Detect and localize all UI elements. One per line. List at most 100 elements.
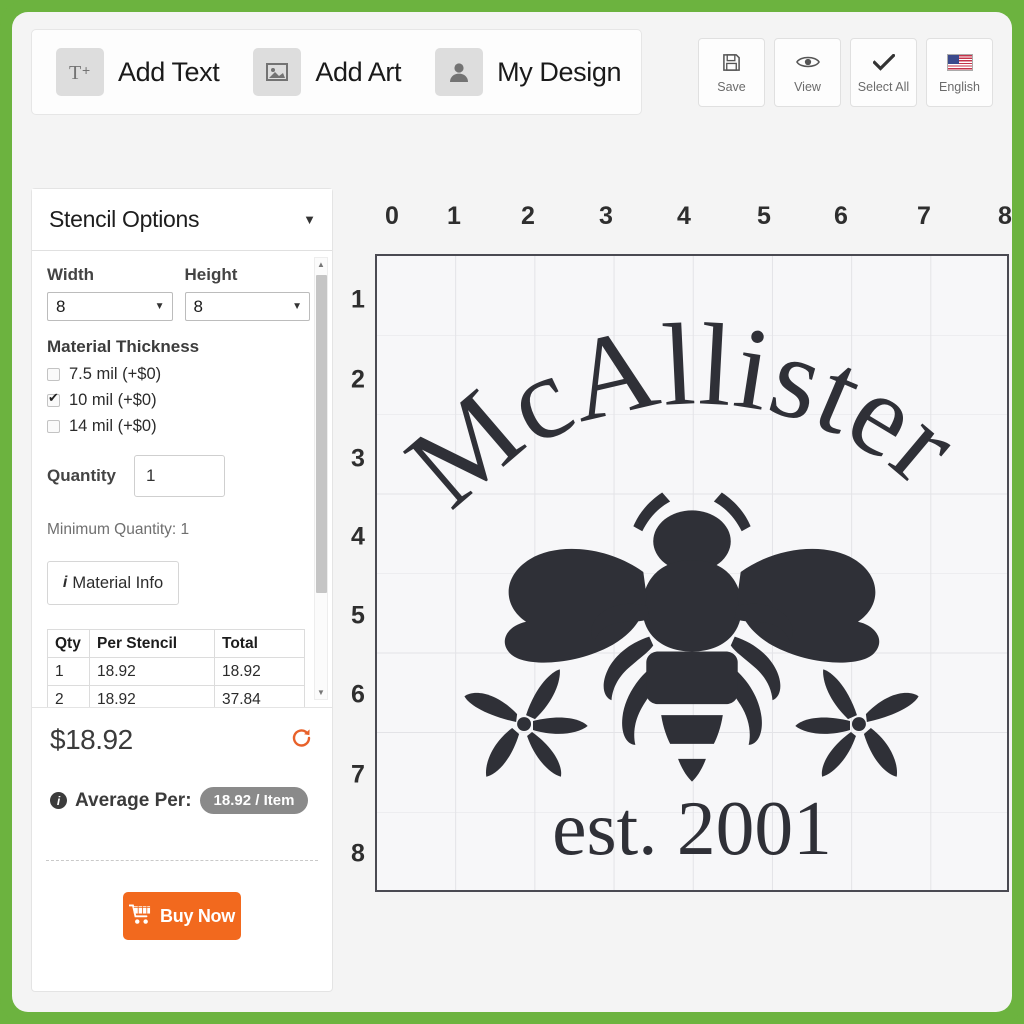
col-total: Total [214, 629, 305, 658]
language-label: English [939, 80, 980, 94]
buy-now-button[interactable]: Buy Now [123, 892, 241, 940]
app-surface: T + Add Text Add Art My Design Save View… [12, 12, 1012, 1012]
ruler-tick: 1 [447, 202, 461, 230]
thickness-label: 7.5 mil (+$0) [69, 365, 162, 383]
ruler-tick: 5 [351, 601, 365, 630]
app-frame: T + Add Text Add Art My Design Save View… [0, 0, 1024, 1024]
ruler-tick: 7 [351, 760, 365, 789]
height-select[interactable]: 8 ▼ [184, 292, 310, 321]
panel-scrollbar[interactable]: ▲ ▼ [314, 257, 328, 700]
my-design-icon [435, 48, 484, 96]
quantity-row: Quantity [47, 455, 310, 497]
cell-per-stencil: 18.92 [89, 657, 215, 686]
add-text-label: Add Text [118, 56, 220, 87]
average-per-row: i Average Per: 18.92 / Item [50, 787, 314, 814]
ruler-tick: 7 [917, 202, 931, 230]
ruler-tick: 6 [834, 202, 848, 230]
refresh-icon[interactable] [290, 726, 314, 750]
table-header-row: Qty Per Stencil Total [47, 629, 305, 658]
width-select[interactable]: 8 ▼ [47, 292, 173, 321]
shopping-cart-icon [128, 904, 152, 928]
add-art-label: Add Art [315, 56, 402, 87]
info-icon[interactable]: i [50, 792, 67, 809]
us-flag-icon [946, 51, 973, 73]
save-label: Save [717, 80, 746, 94]
thickness-option-7-5mil[interactable]: 7.5 mil (+$0) [47, 365, 310, 384]
thickness-label: 10 mil (+$0) [69, 391, 157, 409]
quantity-label: Quantity [47, 466, 116, 485]
ruler-tick: 8 [998, 202, 1012, 230]
cell-total: 18.92 [214, 657, 305, 686]
save-button[interactable]: Save [698, 38, 765, 107]
width-field: Width 8 ▼ [47, 265, 173, 321]
col-qty: Qty [47, 629, 90, 658]
height-value: 8 [193, 296, 203, 316]
ruler-tick: 3 [351, 444, 365, 473]
checkbox-unchecked-icon[interactable] [47, 368, 60, 381]
add-text-button[interactable]: T + Add Text [56, 48, 220, 96]
quantity-input[interactable] [133, 455, 225, 497]
width-label: Width [47, 265, 95, 284]
price-tier-table: Qty Per Stencil Total 1 18.92 18.92 2 18… [47, 629, 305, 707]
width-value: 8 [56, 296, 66, 316]
total-price: $18.92 [50, 724, 133, 755]
add-art-icon [253, 48, 302, 96]
scroll-down-icon[interactable]: ▼ [315, 686, 327, 699]
cell-per-stencil: 18.92 [89, 685, 215, 707]
ruler-tick: 0 [385, 202, 399, 230]
thickness-option-14mil[interactable]: 14 mil (+$0) [47, 417, 310, 436]
options-scroll-region: Width 8 ▼ Height 8 ▼ Material Thickness … [32, 251, 332, 708]
ruler-vertical: 1 2 3 4 5 6 7 8 [342, 254, 375, 891]
ruler-tick: 6 [351, 680, 365, 709]
stencil-options-panel: Stencil Options ▼ Width 8 ▼ Height 8 ▼ M… [31, 188, 333, 992]
eye-icon [795, 51, 820, 73]
table-row: 1 18.92 18.92 [47, 657, 305, 686]
design-artwork[interactable]: McAllister est. 2001 [377, 256, 1007, 890]
add-art-button[interactable]: Add Art [253, 48, 402, 96]
stencil-canvas[interactable]: McAllister est. 2001 [375, 254, 1009, 892]
ruler-tick: 4 [351, 522, 365, 551]
established-text: est. 2001 [552, 785, 832, 871]
panel-title: Stencil Options [49, 206, 200, 232]
language-button[interactable]: English [926, 38, 993, 107]
view-button[interactable]: View [774, 38, 841, 107]
thickness-label: 14 mil (+$0) [69, 417, 157, 435]
cell-qty: 1 [47, 657, 90, 686]
select-all-button[interactable]: Select All [850, 38, 917, 107]
info-icon: i [62, 574, 68, 591]
col-per-stencil: Per Stencil [89, 629, 215, 658]
checkbox-checked-icon[interactable] [47, 391, 60, 407]
add-text-icon: T + [56, 48, 104, 96]
average-per-value: 18.92 / Item [199, 787, 309, 814]
table-row: 2 18.92 37.84 [47, 685, 305, 707]
ruler-tick: 8 [351, 839, 365, 868]
cell-qty: 2 [47, 685, 90, 707]
design-area: 0 1 2 3 4 5 6 7 8 1 2 3 4 5 6 7 8 McAlli… [342, 202, 1012, 902]
save-icon [722, 51, 741, 73]
buy-zone: Buy Now [32, 861, 332, 971]
svg-text:T: T [69, 62, 81, 84]
checkbox-unchecked-icon[interactable] [47, 420, 60, 433]
arched-name-text: McAllister [383, 300, 983, 532]
ruler-tick: 1 [351, 285, 365, 314]
stencil-options-header[interactable]: Stencil Options ▼ [32, 189, 332, 251]
height-field: Height 8 ▼ [184, 265, 310, 321]
scroll-up-icon[interactable]: ▲ [315, 258, 327, 271]
ruler-tick: 5 [757, 202, 771, 230]
check-icon [872, 51, 895, 73]
average-per-label: Average Per: [75, 789, 192, 811]
my-design-label: My Design [497, 56, 622, 87]
material-info-label: Material Info [72, 573, 164, 592]
material-info-button[interactable]: i Material Info [47, 561, 179, 605]
chevron-down-icon: ▼ [154, 301, 165, 312]
ruler-tick: 4 [677, 202, 691, 230]
my-design-button[interactable]: My Design [435, 48, 621, 96]
scrollbar-thumb[interactable] [316, 275, 327, 593]
chevron-down-icon: ▼ [292, 301, 302, 312]
svg-text:+: + [82, 62, 90, 78]
thickness-option-10mil[interactable]: 10 mil (+$0) [47, 391, 310, 410]
ruler-tick: 2 [521, 202, 535, 230]
cell-total: 37.84 [214, 685, 305, 707]
chevron-down-icon[interactable]: ▼ [303, 213, 316, 226]
primary-toolbar: T + Add Text Add Art My Design [31, 29, 642, 115]
